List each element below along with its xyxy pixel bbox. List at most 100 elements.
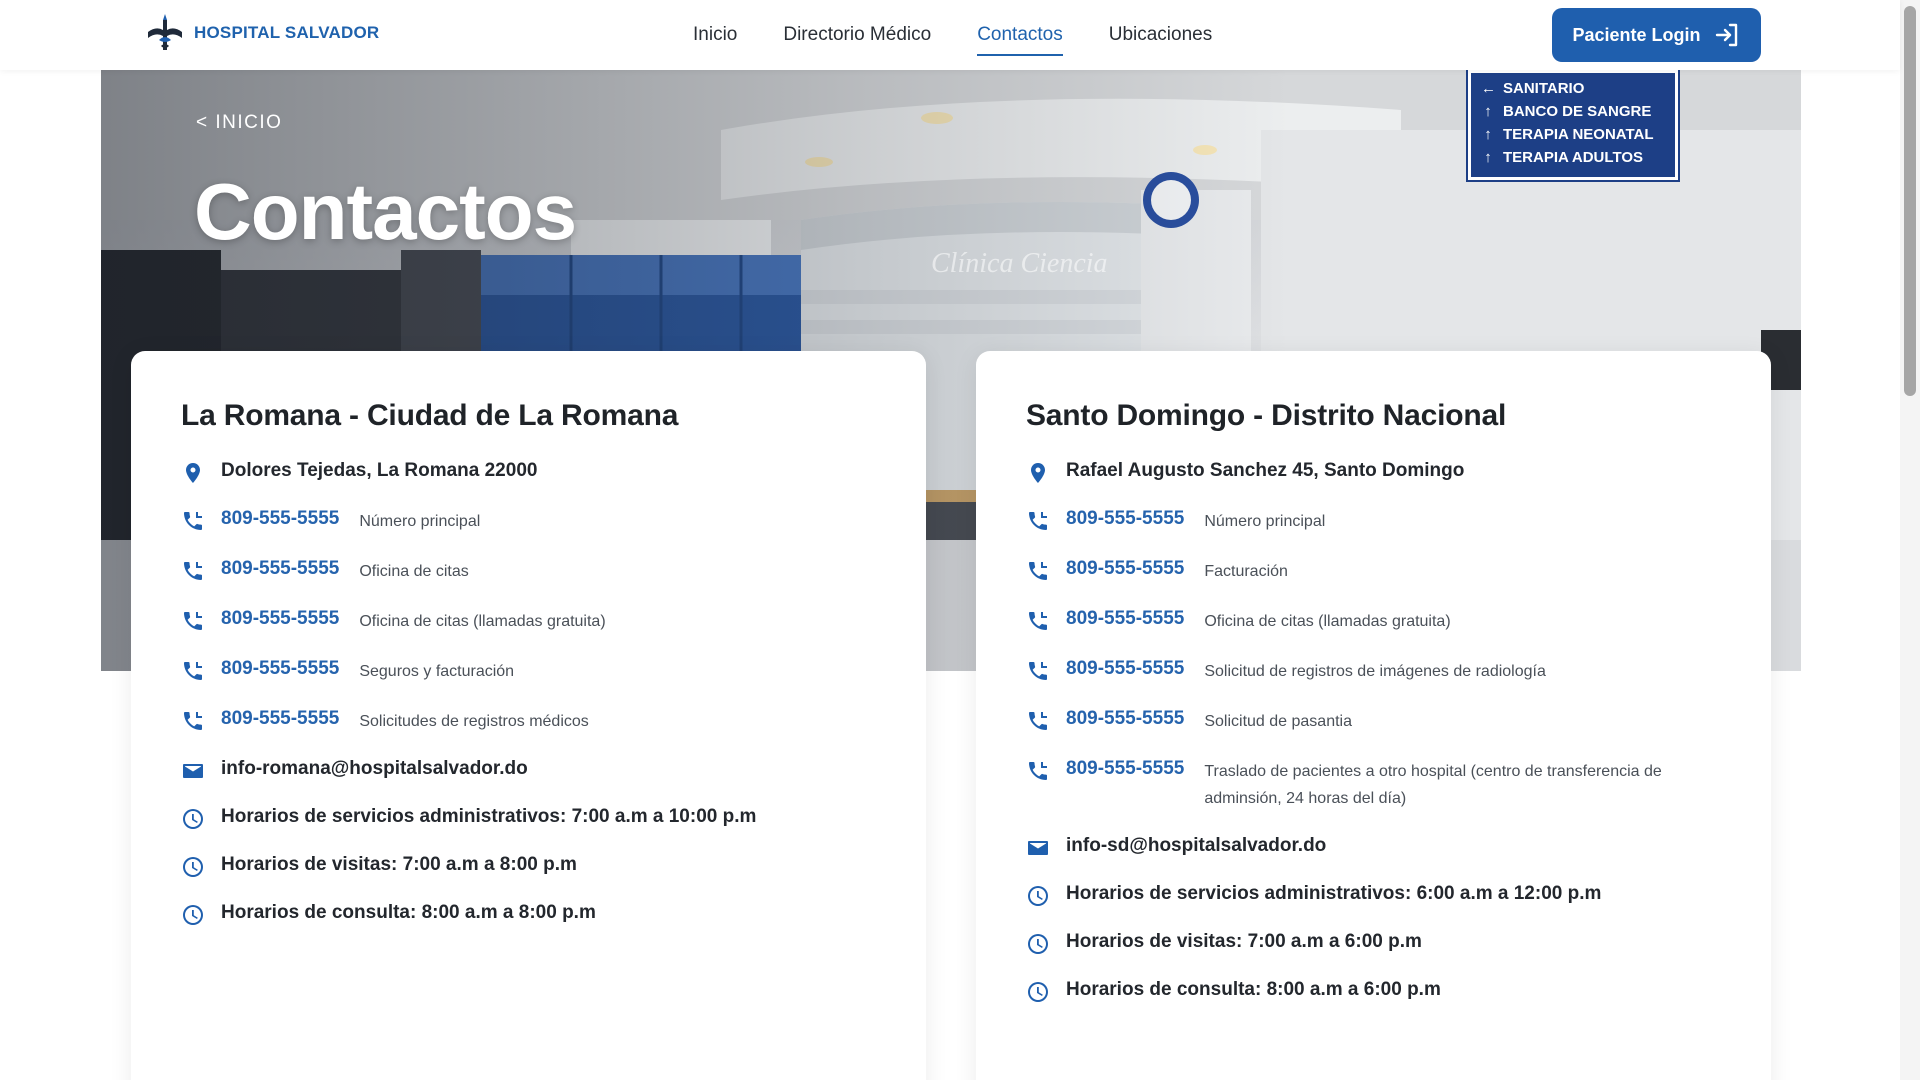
phone-link[interactable]: 809-555-5555 <box>1066 657 1184 681</box>
phone-icon <box>181 709 205 733</box>
phone-icon <box>1026 709 1050 733</box>
email-link[interactable]: info-romana@hospitalsalvador.do <box>221 757 528 781</box>
page-title: Contactos <box>194 167 577 256</box>
phone-link[interactable]: 809-555-5555 <box>221 507 339 531</box>
phone-link[interactable]: 809-555-5555 <box>1066 557 1184 581</box>
nav-item-ubicaciones[interactable]: Ubicaciones <box>1109 0 1213 70</box>
phone-row: 809-555-5555 Solicitud de pasantia <box>1026 707 1721 735</box>
address-row: Dolores Tejedas, La Romana 22000 <box>181 459 876 485</box>
breadcrumb-inicio[interactable]: < INICIO <box>196 112 282 134</box>
clock-icon <box>181 903 205 927</box>
hours-text: Horarios de visitas: 7:00 a.m a 6:00 p.m <box>1066 931 1422 952</box>
hours-row: Horarios de servicios administrativos: 6… <box>1026 882 1721 908</box>
phone-description: Solicitud de pasantia <box>1204 713 1352 730</box>
sign-text: TERAPIA NEONATAL <box>1503 126 1654 143</box>
phone-row: 809-555-5555 Solicitudes de registros mé… <box>181 707 876 735</box>
arrow-up-icon: ↑ <box>1484 126 1492 143</box>
location-card-la-romana: La Romana - Ciudad de La Romana Dolores … <box>131 351 926 1080</box>
address-row: Rafael Augusto Sanchez 45, Santo Domingo <box>1026 459 1721 485</box>
phone-description: Facturación <box>1204 563 1288 580</box>
phone-link[interactable]: 809-555-5555 <box>1066 757 1184 781</box>
nav-item-directorio-medico[interactable]: Directorio Médico <box>783 0 931 70</box>
phone-row: 809-555-5555 Número principal <box>181 507 876 535</box>
location-pin-icon <box>181 461 205 485</box>
phone-link[interactable]: 809-555-5555 <box>221 557 339 581</box>
wall-lettering: Clínica Ciencia <box>931 248 1108 279</box>
hospital-logo-icon <box>148 14 182 50</box>
patient-login-label: Paciente Login <box>1572 24 1701 45</box>
scrollbar-thumb[interactable] <box>1904 6 1916 396</box>
sign-text: BANCO DE SANGRE <box>1503 103 1652 120</box>
email-link[interactable]: info-sd@hospitalsalvador.do <box>1066 834 1326 858</box>
phone-description: Número principal <box>1204 513 1326 530</box>
phone-row: 809-555-5555 Oficina de citas (llamadas … <box>1026 607 1721 635</box>
phone-icon <box>1026 509 1050 533</box>
phone-icon <box>1026 609 1050 633</box>
clock-icon <box>1026 932 1050 956</box>
phone-link[interactable]: 809-555-5555 <box>1066 707 1184 731</box>
hours-row: Horarios de consulta: 8:00 a.m a 8:00 p.… <box>181 901 876 927</box>
phone-description: Seguros y facturación <box>359 663 515 680</box>
phone-description: Oficina de citas (llamadas gratuita) <box>1204 613 1451 630</box>
location-card-santo-domingo: Santo Domingo - Distrito Nacional Rafael… <box>976 351 1771 1080</box>
phone-link[interactable]: 809-555-5555 <box>221 657 339 681</box>
phone-row: 809-555-5555 Solicitud de registros de i… <box>1026 657 1721 685</box>
patient-login-button[interactable]: Paciente Login <box>1552 8 1761 62</box>
hours-row: Horarios de consulta: 8:00 a.m a 6:00 p.… <box>1026 978 1721 1004</box>
hours-text: Horarios de consulta: 8:00 a.m a 8:00 p.… <box>221 902 596 923</box>
clock-icon <box>181 855 205 879</box>
clock-icon <box>1026 980 1050 1004</box>
site-header: HOSPITAL SALVADOR Inicio Directorio Médi… <box>0 0 1900 70</box>
phone-link[interactable]: 809-555-5555 <box>221 607 339 631</box>
phone-row: 809-555-5555 Oficina de citas <box>181 557 876 585</box>
phone-description: Oficina de citas (llamadas gratuita) <box>359 613 606 630</box>
mail-icon <box>181 759 205 783</box>
phone-description: Solicitudes de registros médicos <box>359 713 589 730</box>
nav-item-inicio[interactable]: Inicio <box>693 0 737 70</box>
phone-icon <box>1026 659 1050 683</box>
phone-row: 809-555-5555 Traslado de pacientes a otr… <box>1026 757 1721 812</box>
sign-text: TERAPIA ADULTOS <box>1503 149 1644 166</box>
phone-link[interactable]: 809-555-5555 <box>221 707 339 731</box>
phone-icon <box>181 559 205 583</box>
hours-text: Horarios de visitas: 7:00 a.m a 8:00 p.m <box>221 854 577 875</box>
nav-item-contactos[interactable]: Contactos <box>977 0 1063 70</box>
phone-icon <box>1026 559 1050 583</box>
hours-text: Horarios de servicios administrativos: 7… <box>221 806 757 827</box>
hours-row: Horarios de servicios administrativos: 7… <box>181 805 876 831</box>
direction-sign: ← SANITARIO ↑ BANCO DE SANGRE ↑ TERAPIA NEO… <box>1466 70 1680 182</box>
phone-row: 809-555-5555 Facturación <box>1026 557 1721 585</box>
clock-icon <box>181 807 205 831</box>
hours-row: Horarios de visitas: 7:00 a.m a 8:00 p.m <box>181 853 876 879</box>
phone-description: Solicitud de registros de imágenes de ra… <box>1204 663 1546 680</box>
phone-row: 809-555-5555 Oficina de citas (llamadas … <box>181 607 876 635</box>
phone-description: Traslado de pacientes a otro hospital (c… <box>1204 763 1662 807</box>
arrow-left-icon: ← <box>1481 80 1496 97</box>
phone-row: 809-555-5555 Número principal <box>1026 507 1721 535</box>
email-row: info-sd@hospitalsalvador.do <box>1026 834 1721 860</box>
hours-row: Horarios de visitas: 7:00 a.m a 6:00 p.m <box>1026 930 1721 956</box>
page-scrollbar[interactable] <box>1900 0 1920 1080</box>
address-text: Dolores Tejedas, La Romana 22000 <box>221 460 538 481</box>
location-pin-icon <box>1026 461 1050 485</box>
login-arrow-icon <box>1715 23 1737 47</box>
phone-description: Oficina de citas <box>359 563 469 580</box>
phone-link[interactable]: 809-555-5555 <box>1066 507 1184 531</box>
phone-icon <box>181 609 205 633</box>
brand-logo-link[interactable]: HOSPITAL SALVADOR <box>142 12 379 54</box>
arrow-up-icon: ↑ <box>1484 149 1492 166</box>
phone-row: 809-555-5555 Seguros y facturación <box>181 657 876 685</box>
phone-icon <box>181 659 205 683</box>
brand-name: HOSPITAL SALVADOR <box>194 23 380 42</box>
hours-text: Horarios de consulta: 8:00 a.m a 6:00 p.… <box>1066 979 1441 1000</box>
sign-text: SANITARIO <box>1503 80 1585 97</box>
phone-link[interactable]: 809-555-5555 <box>1066 607 1184 631</box>
arrow-up-icon: ↑ <box>1484 103 1492 120</box>
email-row: info-romana@hospitalsalvador.do <box>181 757 876 783</box>
location-title: La Romana - Ciudad de La Romana <box>181 399 679 432</box>
main-nav: Inicio Directorio Médico Contactos Ubica… <box>693 0 1212 70</box>
phone-icon <box>1026 759 1050 783</box>
phone-icon <box>181 509 205 533</box>
address-text: Rafael Augusto Sanchez 45, Santo Domingo <box>1066 460 1465 481</box>
mail-icon <box>1026 836 1050 860</box>
